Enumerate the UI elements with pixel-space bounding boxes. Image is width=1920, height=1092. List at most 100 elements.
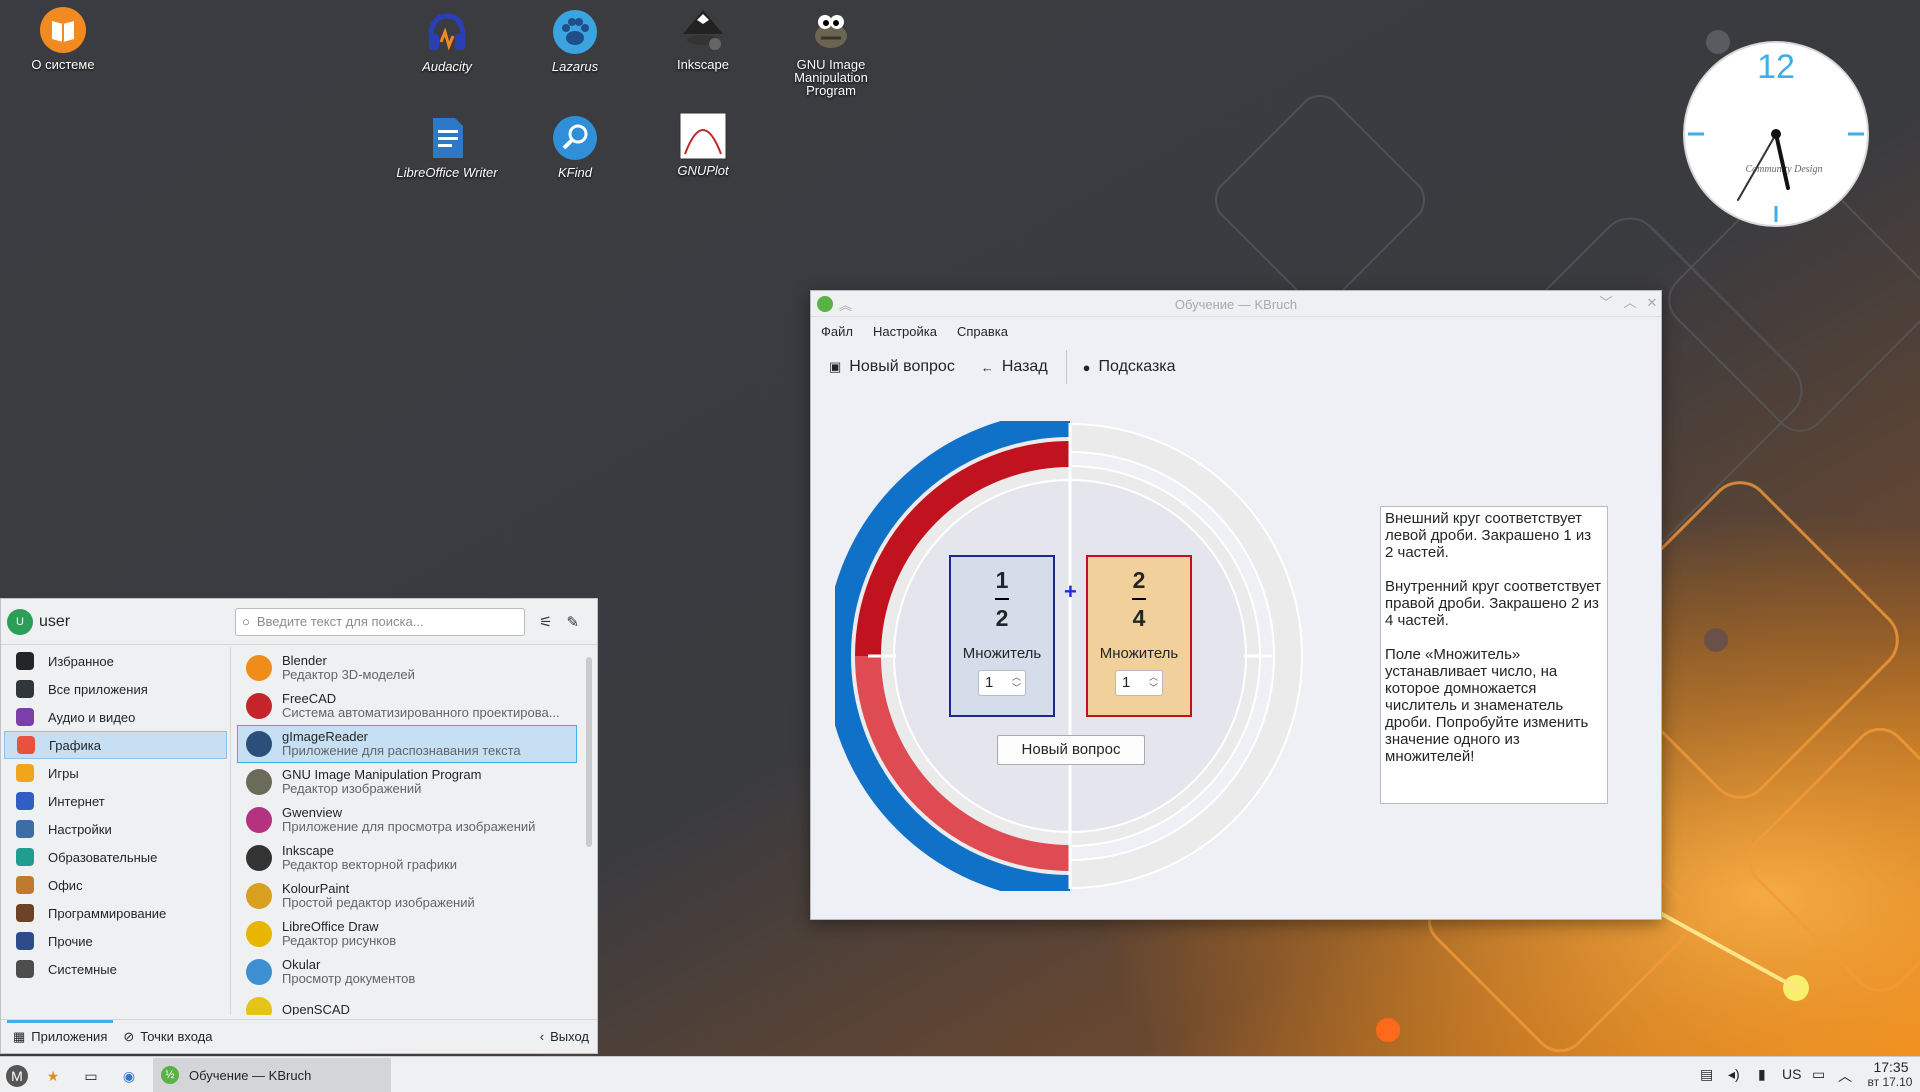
sliders-icon [16, 820, 34, 838]
analog-clock-widget[interactable]: 12 Community Design [1682, 40, 1870, 228]
category-item[interactable]: Игры [4, 759, 227, 787]
category-item[interactable]: Настройки [4, 815, 227, 843]
category-item[interactable]: Интернет [4, 787, 227, 815]
app-description: Просмотр документов [282, 972, 416, 986]
category-label: Интернет [48, 793, 105, 809]
spin-arrows-icon[interactable]: ︿ ﹀ [1149, 672, 1158, 694]
clock-date[interactable]: вт 17.10 [1860, 1075, 1920, 1089]
left-fraction-box: 1 2 Множитель 1 ︿ ﹀ [949, 555, 1055, 717]
back-toolbar-button[interactable]: ← Назад [981, 349, 1048, 385]
minimize-icon[interactable]: ﹀ [1597, 294, 1615, 312]
right-denominator: 4 [1132, 605, 1146, 631]
app-name: Gwenview [282, 805, 342, 820]
app-description: Редактор 3D-моделей [282, 668, 415, 682]
gimagereader-icon [246, 731, 272, 757]
operator-plus: + [1064, 579, 1077, 604]
search-icon: ○ [242, 614, 250, 629]
app-list-item[interactable]: KolourPaint Простой редактор изображений [237, 877, 577, 915]
app-list-item[interactable]: OpenSCAD [237, 991, 577, 1015]
launcher-button-icon[interactable]: M [6, 1065, 28, 1087]
category-label: Программирование [48, 905, 167, 921]
app-description: Редактор рисунков [282, 934, 397, 948]
hammer-icon [16, 904, 34, 922]
briefcase-icon [16, 876, 34, 894]
menu-help[interactable]: Справка [957, 324, 1018, 339]
tab-places[interactable]: ⊘ Точки входа [123, 1029, 212, 1045]
category-label: Системные [48, 961, 117, 977]
app-list-item[interactable]: GNU Image Manipulation Program Редактор и… [237, 763, 577, 801]
taskbar-entry-kbruch[interactable]: ½ Обучение — KBruch [153, 1058, 391, 1092]
browser-icon[interactable]: ◉ [118, 1065, 140, 1087]
category-item[interactable]: Избранное [4, 647, 227, 675]
taskbar: M ★ ▭ ◉ ½ Обучение — KBruch ▤ ◂) ▮ US ▭ … [0, 1056, 1920, 1092]
app-list-item[interactable]: FreeCAD Система автоматизированного проек… [237, 687, 577, 725]
left-denominator: 2 [995, 605, 1009, 631]
right-multiplier-spinbox[interactable]: 1 ︿ ﹀ [1115, 670, 1163, 696]
application-launcher-menu: U user ○ Введите текст для поиска... ⚟ ✎… [0, 598, 598, 1054]
app-list-item[interactable]: Blender Редактор 3D-моделей [237, 649, 577, 687]
category-item[interactable]: Графика [4, 731, 227, 759]
category-item[interactable]: Прочие [4, 927, 227, 955]
desktop-icon-lazarus[interactable]: Lazarus [520, 8, 630, 73]
chevron-left-circle-icon: ‹ [539, 1029, 545, 1044]
right-multiplier-value: 1 [1122, 674, 1131, 691]
app-list-item[interactable]: gImageReader Приложение для распознавания… [237, 725, 577, 763]
spin-arrows-icon[interactable]: ︿ ﹀ [1012, 672, 1021, 694]
close-icon[interactable]: ✕ [1643, 294, 1661, 312]
hint-label: Подсказка [1098, 358, 1176, 375]
new-question-toolbar-button[interactable]: ▣ Новый вопрос [829, 349, 955, 385]
desktop-icon-audacity[interactable]: Audacity [392, 8, 502, 73]
paw-icon [553, 10, 597, 54]
desktop-icon-kfind[interactable]: KFind [520, 114, 630, 179]
favorites-folder-icon[interactable]: ★ [42, 1065, 64, 1087]
configure-icon[interactable]: ⚟ [539, 613, 552, 631]
category-item[interactable]: Образовательные [4, 843, 227, 871]
desktop-icon-gimp[interactable]: GNU Image Manipulation Program [776, 6, 886, 97]
clock-time[interactable]: 17:35 [1866, 1060, 1916, 1075]
tab-applications[interactable]: ▦ Приложения [13, 1029, 107, 1045]
clipboard-icon[interactable]: ▤ [1700, 1066, 1713, 1083]
tab-applications-label: Приложения [31, 1029, 108, 1044]
desktop-icon-inkscape[interactable]: Inkscape [648, 6, 758, 71]
battery-icon[interactable]: ▮ [1758, 1066, 1766, 1083]
volume-icon[interactable]: ◂) [1728, 1066, 1740, 1083]
desktop-icon-gnuplot[interactable]: GNUPlot [648, 112, 758, 177]
atom-icon [16, 848, 34, 866]
category-item[interactable]: Системные [4, 955, 227, 983]
desktop-icon-about[interactable]: О системе [8, 6, 118, 71]
network-icon[interactable]: ▭ [1812, 1066, 1825, 1083]
app-list-item[interactable]: Inkscape Редактор векторной графики [237, 839, 577, 877]
app-list-scrollbar[interactable] [586, 657, 592, 847]
grid-icon: ▦ [13, 1028, 26, 1044]
category-item[interactable]: Программирование [4, 899, 227, 927]
tray-expand-icon[interactable]: ︿ [1838, 1066, 1852, 1086]
search-input[interactable]: ○ Введите текст для поиска... [235, 607, 525, 636]
menu-settings[interactable]: Настройка [873, 324, 947, 339]
lightbulb-icon: ● [1082, 359, 1091, 375]
desktop-icon-writer[interactable]: LibreOffice Writer [392, 114, 502, 179]
openscad-icon [246, 997, 272, 1015]
avatar[interactable]: U [7, 608, 33, 635]
pin-icon[interactable]: ✎ [566, 613, 579, 631]
category-item[interactable]: Все приложения [4, 675, 227, 703]
logout-button[interactable]: ‹ Выход [540, 1029, 589, 1044]
app-description: Редактор изображений [282, 782, 422, 796]
app-list-item[interactable]: Gwenview Приложение для просмотра изображ… [237, 801, 577, 839]
maximize-icon[interactable]: ︿ [1621, 294, 1639, 312]
desktop-icon-label: Inkscape [676, 57, 730, 72]
left-multiplier-spinbox[interactable]: 1 ︿ ﹀ [978, 670, 1026, 696]
category-item[interactable]: Аудио и видео [4, 703, 227, 731]
menu-file[interactable]: Файл [821, 324, 863, 339]
eye-icon [246, 807, 272, 833]
clock-numeral: 12 [1757, 48, 1795, 86]
app-list-item[interactable]: LibreOffice Draw Редактор рисунков [237, 915, 577, 953]
fraction-bar [1132, 598, 1146, 600]
category-item[interactable]: Офис [4, 871, 227, 899]
app-list-item[interactable]: Okular Просмотр документов [237, 953, 577, 991]
window-titlebar[interactable]: ︽ Обучение — KBruch ﹀ ︿ ✕ [811, 291, 1661, 317]
plot-icon [679, 112, 727, 160]
new-question-button[interactable]: Новый вопрос [997, 735, 1145, 765]
keyboard-layout[interactable]: US [1782, 1066, 1801, 1082]
hint-toolbar-button[interactable]: ● Подсказка [1083, 349, 1176, 385]
show-desktop-icon[interactable]: ▭ [80, 1065, 102, 1087]
